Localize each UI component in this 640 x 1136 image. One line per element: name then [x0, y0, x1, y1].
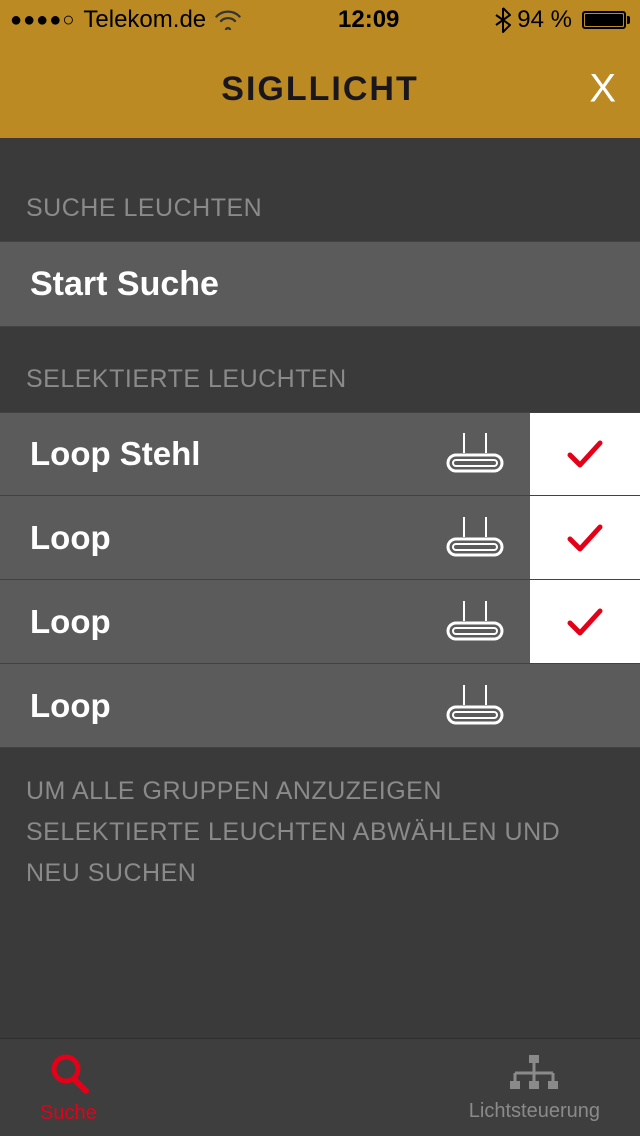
lights-list: Loop Stehl Loop Loop	[0, 412, 640, 748]
battery-icon	[578, 11, 630, 29]
section-label-selected: SELEKTIERTE LEUCHTEN	[0, 327, 640, 412]
pendant-lamp-icon	[420, 431, 530, 477]
main-content: SUCHE LEUCHTEN Start Suche SELEKTIERTE L…	[0, 138, 640, 1038]
carrier-label: Telekom.de	[83, 6, 206, 34]
bluetooth-icon	[495, 7, 511, 33]
close-button[interactable]: X	[589, 67, 616, 112]
footer-hint-line: UM ALLE GRUPPEN ANZUZEIGEN	[26, 772, 614, 811]
pendant-lamp-icon	[420, 515, 530, 561]
search-icon	[46, 1051, 90, 1100]
light-name: Loop	[0, 519, 420, 557]
selection-check[interactable]	[530, 580, 640, 663]
wifi-icon	[214, 10, 242, 30]
signal-strength-icon: ●●●●○	[10, 9, 75, 32]
tab-search[interactable]: Suche	[40, 1051, 97, 1125]
clock: 12:09	[338, 6, 399, 34]
pendant-lamp-icon	[420, 599, 530, 645]
battery-percent: 94 %	[517, 6, 572, 34]
tab-search-label: Suche	[40, 1102, 97, 1125]
pendant-lamp-icon	[420, 683, 530, 729]
status-bar: ●●●●○ Telekom.de 12:09 94 %	[0, 0, 640, 40]
light-row[interactable]: Loop	[0, 580, 640, 664]
tab-light-control[interactable]: Lichtsteuerung	[469, 1053, 600, 1123]
page-title: SIGLLICHT	[221, 70, 418, 109]
footer-hint-line: NEU SUCHEN	[26, 854, 614, 893]
selection-check[interactable]	[530, 413, 640, 495]
light-name: Loop	[0, 603, 420, 641]
light-row[interactable]: Loop	[0, 664, 640, 748]
footer-hint: UM ALLE GRUPPEN ANZUZEIGEN SELEKTIERTE L…	[0, 748, 640, 892]
light-name: Loop Stehl	[0, 435, 420, 473]
light-row[interactable]: Loop	[0, 496, 640, 580]
light-row[interactable]: Loop Stehl	[0, 412, 640, 496]
tab-bar: Suche Lichtsteuerung	[0, 1038, 640, 1136]
app-header: SIGLLICHT X	[0, 40, 640, 138]
tab-control-label: Lichtsteuerung	[469, 1100, 600, 1123]
status-left: ●●●●○ Telekom.de	[10, 6, 242, 34]
section-label-search: SUCHE LEUCHTEN	[0, 138, 640, 241]
footer-hint-line: SELEKTIERTE LEUCHTEN ABWÄHLEN UND	[26, 813, 614, 852]
status-right: 94 %	[495, 6, 630, 34]
start-search-label: Start Suche	[30, 265, 219, 304]
network-icon	[507, 1053, 561, 1098]
light-name: Loop	[0, 687, 420, 725]
start-search-button[interactable]: Start Suche	[0, 241, 640, 327]
selection-check[interactable]	[530, 496, 640, 579]
